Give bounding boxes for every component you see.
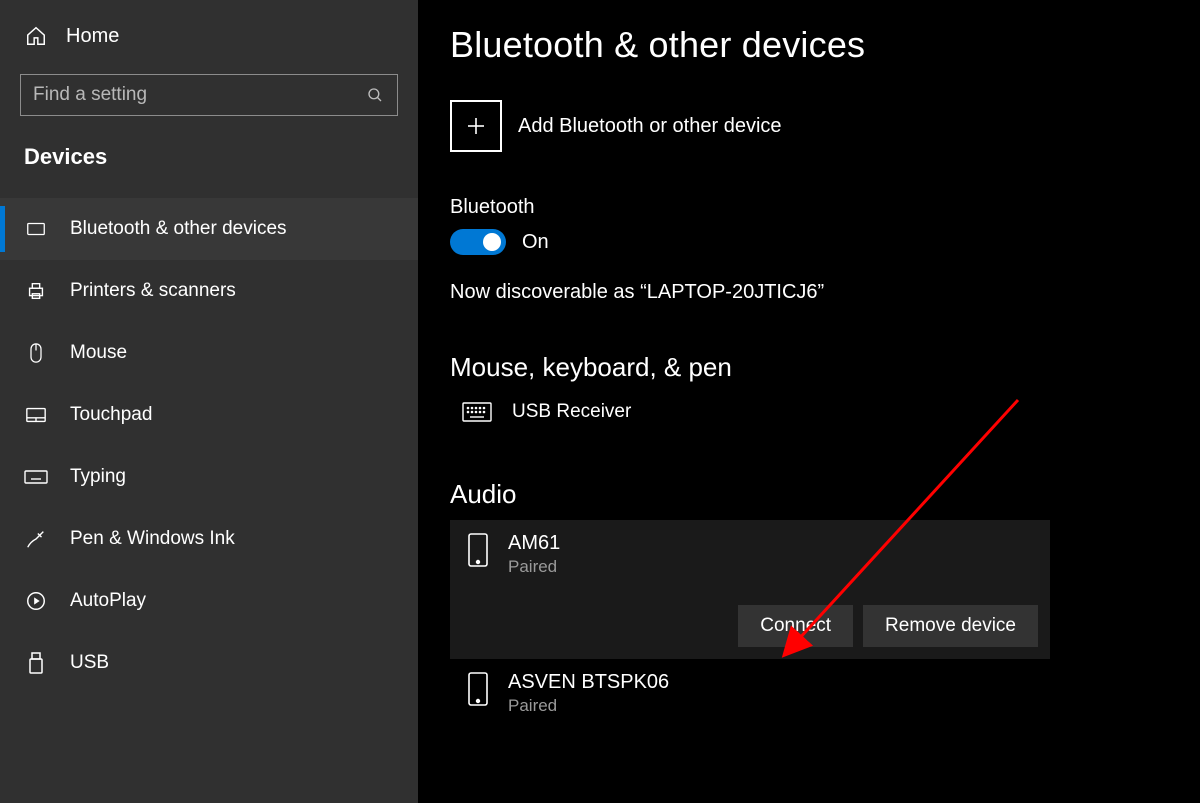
toggle-knob [483, 233, 501, 251]
touchpad-icon [24, 406, 48, 424]
sidebar-item-label: Typing [70, 466, 126, 488]
add-device-button[interactable]: Add Bluetooth or other device [450, 100, 1200, 152]
sidebar-item-touchpad[interactable]: Touchpad [0, 384, 418, 446]
category-mouse-heading: Mouse, keyboard, & pen [450, 352, 1200, 383]
autoplay-icon [24, 590, 48, 612]
audio-device-asven[interactable]: ASVEN BTSPK06 Paired [450, 659, 1050, 728]
bluetooth-heading: Bluetooth [450, 196, 1200, 219]
phone-device-icon [466, 532, 490, 568]
bluetooth-toggle[interactable] [450, 229, 506, 255]
sidebar-item-mouse[interactable]: Mouse [0, 322, 418, 384]
main-content: Bluetooth & other devices Add Bluetooth … [418, 0, 1200, 803]
printer-icon [24, 280, 48, 302]
audio-device-am61[interactable]: AM61 Paired Connect Remove device [450, 520, 1050, 659]
pen-icon [24, 528, 48, 550]
plus-icon [450, 100, 502, 152]
keyboard-device-icon [460, 402, 494, 422]
sidebar-item-pen[interactable]: Pen & Windows Ink [0, 508, 418, 570]
home-icon [24, 25, 48, 47]
sidebar-item-label: USB [70, 652, 109, 674]
audio-device-name: AM61 [508, 532, 560, 555]
bluetooth-icon [24, 218, 48, 240]
sidebar-item-usb[interactable]: USB [0, 632, 418, 694]
sidebar-item-label: AutoPlay [70, 590, 146, 612]
device-label: USB Receiver [512, 401, 631, 423]
sidebar-item-autoplay[interactable]: AutoPlay [0, 570, 418, 632]
device-usb-receiver[interactable]: USB Receiver [450, 393, 1200, 431]
add-device-label: Add Bluetooth or other device [518, 115, 782, 138]
phone-device-icon [466, 671, 490, 707]
sidebar-item-label: Pen & Windows Ink [70, 528, 235, 550]
usb-icon [24, 651, 48, 675]
audio-device-list: AM61 Paired Connect Remove device ASVEN … [450, 520, 1050, 728]
category-audio-heading: Audio [450, 479, 1200, 510]
connect-button[interactable]: Connect [738, 605, 853, 647]
discoverable-text: Now discoverable as “LAPTOP-20JTICJ6” [450, 281, 1200, 304]
remove-device-button[interactable]: Remove device [863, 605, 1038, 647]
sidebar-item-label: Mouse [70, 342, 127, 364]
bluetooth-toggle-state: On [522, 231, 549, 254]
audio-device-name: ASVEN BTSPK06 [508, 671, 669, 694]
nav-home[interactable]: Home [0, 12, 418, 60]
sidebar-item-printers[interactable]: Printers & scanners [0, 260, 418, 322]
sidebar-nav: Bluetooth & other devices Printers & sca… [0, 198, 418, 694]
sidebar-section-title: Devices [0, 116, 418, 180]
sidebar-item-label: Bluetooth & other devices [70, 218, 287, 240]
search-container [20, 74, 398, 116]
audio-device-status: Paired [508, 696, 669, 716]
page-title: Bluetooth & other devices [450, 24, 1200, 66]
nav-home-label: Home [66, 25, 119, 48]
sidebar: Home Devices Bluetooth & other devices [0, 0, 418, 803]
mouse-icon [24, 342, 48, 364]
search-input[interactable] [20, 74, 398, 116]
keyboard-icon [24, 468, 48, 486]
sidebar-item-label: Touchpad [70, 404, 152, 426]
sidebar-item-bluetooth[interactable]: Bluetooth & other devices [0, 198, 418, 260]
audio-device-status: Paired [508, 557, 560, 577]
sidebar-item-label: Printers & scanners [70, 280, 236, 302]
sidebar-item-typing[interactable]: Typing [0, 446, 418, 508]
